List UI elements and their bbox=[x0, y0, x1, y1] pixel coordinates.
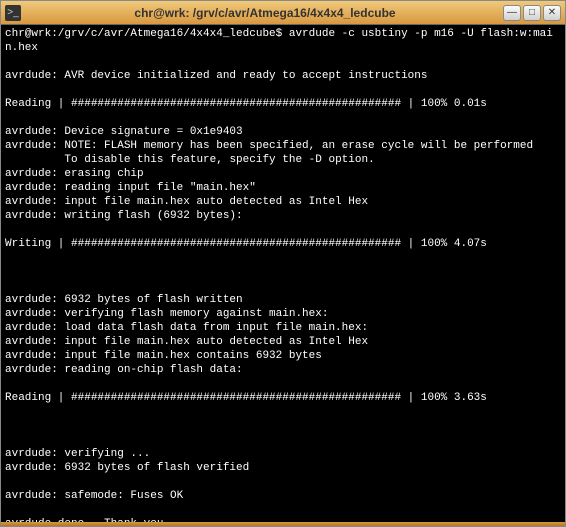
window-title: chr@wrk: /grv/c/avr/Atmega16/4x4x4_ledcu… bbox=[27, 6, 503, 20]
terminal-line bbox=[5, 83, 561, 97]
terminal-icon: >_ bbox=[5, 5, 21, 21]
terminal-line: avrdude: 6932 bytes of flash verified bbox=[5, 461, 561, 475]
terminal-line: avrdude: verifying ... bbox=[5, 447, 561, 461]
terminal-line: avrdude: 6932 bytes of flash written bbox=[5, 293, 561, 307]
terminal-line: Writing | ##############################… bbox=[5, 237, 561, 251]
terminal-line: To disable this feature, specify the -D … bbox=[5, 153, 561, 167]
terminal-line bbox=[5, 475, 561, 489]
terminal-line bbox=[5, 279, 561, 293]
terminal-line bbox=[5, 111, 561, 125]
terminal-window: >_ chr@wrk: /grv/c/avr/Atmega16/4x4x4_le… bbox=[0, 0, 566, 527]
terminal-output[interactable]: chr@wrk:/grv/c/avr/Atmega16/4x4x4_ledcub… bbox=[1, 25, 565, 522]
minimize-button[interactable]: — bbox=[503, 5, 521, 21]
terminal-line: avrdude: reading input file "main.hex" bbox=[5, 181, 561, 195]
terminal-line: Reading | ##############################… bbox=[5, 391, 561, 405]
terminal-line bbox=[5, 223, 561, 237]
window-controls: — □ ✕ bbox=[503, 5, 561, 21]
terminal-line: avrdude: input file main.hex auto detect… bbox=[5, 335, 561, 349]
bottom-border bbox=[1, 522, 565, 526]
terminal-line bbox=[5, 55, 561, 69]
terminal-line bbox=[5, 405, 561, 419]
terminal-line: avrdude: AVR device initialized and read… bbox=[5, 69, 561, 83]
terminal-line: avrdude: NOTE: FLASH memory has been spe… bbox=[5, 139, 561, 153]
close-button[interactable]: ✕ bbox=[543, 5, 561, 21]
terminal-line bbox=[5, 433, 561, 447]
terminal-line: avrdude: input file main.hex contains 69… bbox=[5, 349, 561, 363]
terminal-line: chr@wrk:/grv/c/avr/Atmega16/4x4x4_ledcub… bbox=[5, 27, 561, 55]
terminal-line: Reading | ##############################… bbox=[5, 97, 561, 111]
terminal-line bbox=[5, 419, 561, 433]
terminal-line: avrdude: input file main.hex auto detect… bbox=[5, 195, 561, 209]
terminal-line bbox=[5, 265, 561, 279]
terminal-line: avrdude: writing flash (6932 bytes): bbox=[5, 209, 561, 223]
terminal-line: avrdude: safemode: Fuses OK bbox=[5, 489, 561, 503]
terminal-line: avrdude: verifying flash memory against … bbox=[5, 307, 561, 321]
terminal-line: avrdude: Device signature = 0x1e9403 bbox=[5, 125, 561, 139]
titlebar[interactable]: >_ chr@wrk: /grv/c/avr/Atmega16/4x4x4_le… bbox=[1, 1, 565, 25]
terminal-line: avrdude: reading on-chip flash data: bbox=[5, 363, 561, 377]
terminal-line: avrdude: erasing chip bbox=[5, 167, 561, 181]
terminal-line bbox=[5, 377, 561, 391]
terminal-line: avrdude: load data flash data from input… bbox=[5, 321, 561, 335]
terminal-line bbox=[5, 251, 561, 265]
maximize-button[interactable]: □ bbox=[523, 5, 541, 21]
terminal-line bbox=[5, 503, 561, 517]
